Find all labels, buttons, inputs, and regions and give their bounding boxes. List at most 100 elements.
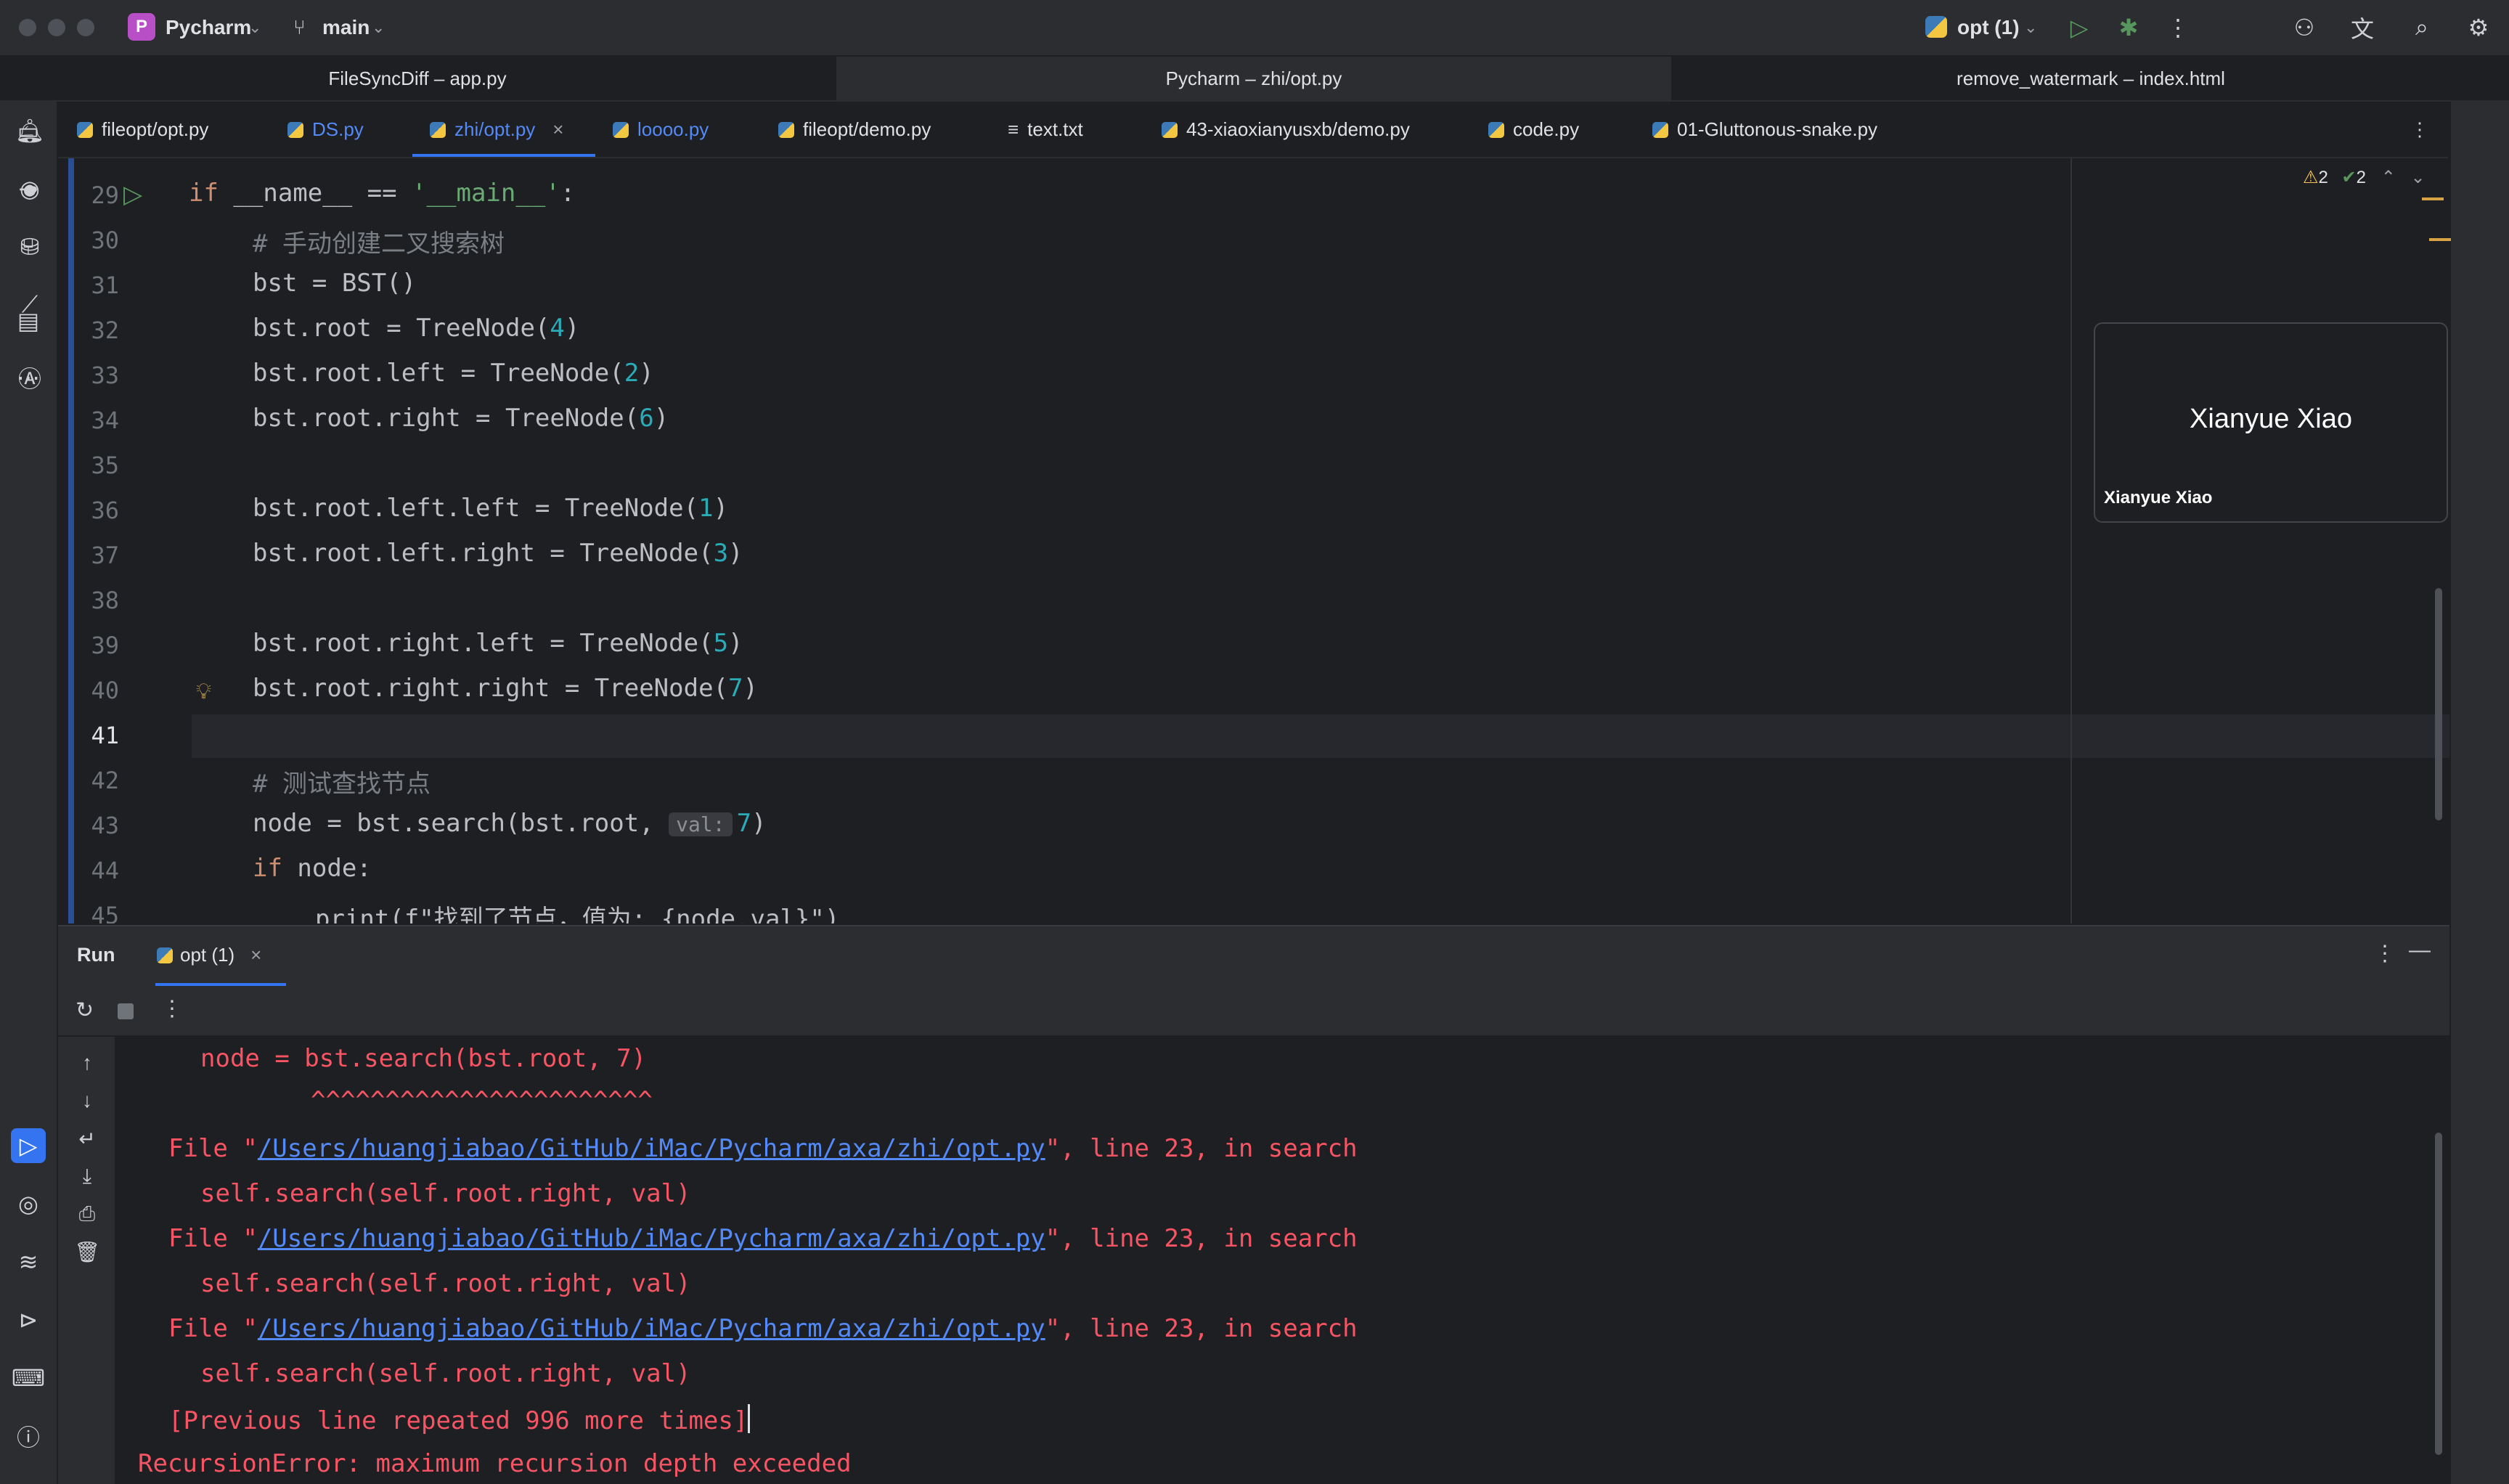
- file-tab-label: loooo.py: [637, 118, 709, 140]
- file-tab-ds[interactable]: DS.py: [287, 102, 364, 157]
- run-panel-title: Run: [77, 944, 115, 966]
- code-line[interactable]: bst.root.left.right = TreeNode(3): [253, 539, 743, 568]
- python-file-icon: [1652, 122, 1668, 138]
- arrow-up-icon[interactable]: ↑: [73, 1048, 102, 1077]
- console-scrollbar[interactable]: [2435, 1133, 2442, 1455]
- code-line[interactable]: node = bst.search(bst.root, val: 7): [253, 809, 767, 838]
- close-icon[interactable]: ×: [250, 944, 261, 966]
- translation-icon[interactable]: Ⓐ: [12, 360, 47, 395]
- code-comment[interactable]: # 测试查找节点: [253, 764, 431, 799]
- scroll-to-end-icon[interactable]: ⤓: [73, 1162, 102, 1191]
- file-tab-fileopt-opt[interactable]: fileopt/opt.py: [77, 102, 208, 157]
- rerun-icon[interactable]: ↻: [76, 998, 94, 1023]
- chevron-down-icon[interactable]: ⌄: [372, 13, 385, 42]
- minimize-icon[interactable]: —: [2409, 938, 2431, 963]
- warning-marker[interactable]: [2422, 197, 2444, 200]
- more-vertical-icon[interactable]: ⋮: [161, 996, 183, 1022]
- services-icon[interactable]: ⊳: [11, 1302, 46, 1337]
- window-close-button[interactable]: [19, 19, 36, 36]
- database-icon[interactable]: ⛁: [12, 229, 47, 264]
- file-link[interactable]: /Users/huangjiabao/GitHub/iMac/Pycharm/a…: [258, 1224, 1045, 1253]
- window-tab-remove-watermark[interactable]: remove_watermark – index.html: [1673, 57, 2509, 100]
- file-tab-zhi-opt[interactable]: zhi/opt.py ×: [430, 102, 563, 157]
- layers-icon[interactable]: ≋: [11, 1244, 46, 1279]
- console-line: [Previous line repeated 996 more times]: [168, 1404, 751, 1435]
- more-vertical-icon[interactable]: ⋮: [2374, 941, 2396, 966]
- run-tab[interactable]: opt (1) ×: [157, 944, 261, 966]
- more-vertical-icon[interactable]: ⋮: [2410, 102, 2429, 157]
- code-line[interactable]: if node:: [253, 854, 372, 883]
- code-line[interactable]: bst.root = TreeNode(4): [253, 314, 579, 343]
- debug-icon[interactable]: ✱: [2111, 10, 2146, 45]
- file-tab-xiaoxianyu-demo[interactable]: 43-xiaoxianyusxb/demo.py: [1162, 102, 1410, 157]
- terminal-icon[interactable]: ⌨: [11, 1361, 46, 1395]
- file-tab-text[interactable]: ≡ text.txt: [1008, 102, 1083, 157]
- soft-wrap-icon[interactable]: ↵: [73, 1124, 102, 1153]
- lightbulb-icon[interactable]: 💡︎: [196, 680, 211, 704]
- inspection-widget[interactable]: ⚠2 ✔2 ⌃ ⌄: [2303, 167, 2426, 188]
- translate-icon[interactable]: 文: [2345, 10, 2380, 45]
- code-comment[interactable]: # 手动创建二叉搜索树: [253, 224, 505, 259]
- stop-icon[interactable]: [118, 1003, 134, 1019]
- file-tab-code[interactable]: code.py: [1488, 102, 1579, 157]
- line-number: 39: [91, 632, 119, 659]
- sciview-icon[interactable]: ⟋: [12, 288, 47, 322]
- code-line[interactable]: bst.root.right.right = TreeNode(7): [253, 674, 758, 703]
- window-minimize-button[interactable]: [48, 19, 65, 36]
- line-number: 30: [91, 227, 119, 254]
- line-number: 29: [91, 182, 119, 209]
- trash-icon[interactable]: 🗑︎: [73, 1237, 102, 1266]
- run-tool-icon[interactable]: ▷: [11, 1128, 46, 1163]
- console-line: self.search(self.root.right, val): [200, 1179, 691, 1208]
- python-file-icon: [430, 122, 446, 138]
- editor-scrollbar[interactable]: [2435, 588, 2442, 820]
- code-line[interactable]: bst = BST(): [253, 269, 416, 298]
- file-link[interactable]: /Users/huangjiabao/GitHub/iMac/Pycharm/a…: [258, 1134, 1045, 1163]
- chevron-down-icon[interactable]: ⌄: [2024, 13, 2037, 42]
- python-packages-icon[interactable]: ◎: [11, 1186, 46, 1221]
- problems-icon[interactable]: ⓘ: [11, 1419, 46, 1454]
- file-link[interactable]: /Users/huangjiabao/GitHub/iMac/Pycharm/a…: [258, 1314, 1045, 1343]
- ai-assistant-icon[interactable]: ◉: [12, 171, 47, 206]
- branch-selector[interactable]: main: [322, 13, 370, 42]
- line-number: 37: [91, 542, 119, 569]
- arrow-down-icon[interactable]: ↓: [73, 1086, 102, 1115]
- run-config-selector[interactable]: opt (1): [1957, 13, 2020, 42]
- more-vertical-icon[interactable]: ⋮: [2161, 10, 2195, 45]
- window-tab-pycharm[interactable]: Pycharm – zhi/opt.py: [836, 57, 1671, 100]
- title-bar: P Pycharm ⌄ ⑂ main ⌄ opt (1) ⌄ ▷ ✱ ⋮ ⚇ 文…: [0, 0, 2509, 57]
- code-line[interactable]: bst.root.left.left = TreeNode(1): [253, 494, 728, 523]
- line-number: 38: [91, 587, 119, 614]
- chevron-up-icon[interactable]: ⌃: [2381, 168, 2396, 187]
- code-line[interactable]: bst.root.left = TreeNode(2): [253, 359, 654, 388]
- window-tab-filesyncdiff[interactable]: FileSyncDiff – app.py: [0, 57, 835, 100]
- chevron-down-icon[interactable]: ⌄: [2410, 168, 2425, 187]
- warning-marker[interactable]: [2429, 238, 2451, 241]
- check-icon: ✔: [2341, 168, 2357, 187]
- code-line[interactable]: bst.root.right.left = TreeNode(5): [253, 629, 743, 658]
- file-tab-label: 01-Gluttonous-snake.py: [1677, 118, 1878, 140]
- search-icon[interactable]: ⌕: [2404, 10, 2439, 45]
- project-badge[interactable]: P: [128, 13, 155, 41]
- editor-tab-bar: fileopt/opt.py DS.py zhi/opt.py × loooo.p…: [58, 102, 2448, 158]
- run-icon[interactable]: ▷: [2062, 10, 2097, 45]
- add-user-icon[interactable]: ⚇: [2287, 10, 2322, 45]
- python-file-icon: [287, 122, 303, 138]
- code-line[interactable]: print(f"找到了节点，值为: {node.val}"): [315, 899, 839, 924]
- file-tab-label: 43-xiaoxianyusxb/demo.py: [1186, 118, 1410, 140]
- run-gutter-icon[interactable]: ▷: [123, 180, 142, 209]
- popup-title: Xianyue Xiao: [2190, 404, 2352, 434]
- file-tab-loooo[interactable]: loooo.py: [613, 102, 709, 157]
- project-selector[interactable]: Pycharm: [166, 13, 251, 42]
- chevron-down-icon[interactable]: ⌄: [248, 13, 261, 42]
- gear-icon[interactable]: ⚙: [2461, 10, 2496, 45]
- code-line[interactable]: if __name__ == '__main__':: [189, 179, 575, 208]
- print-icon[interactable]: ⎙: [73, 1199, 102, 1228]
- close-icon[interactable]: ×: [552, 118, 563, 140]
- user-popup[interactable]: Xianyue Xiao Xianyue Xiao: [2094, 322, 2448, 523]
- window-zoom-button[interactable]: [77, 19, 94, 36]
- code-line[interactable]: bst.root.right = TreeNode(6): [253, 404, 669, 433]
- notifications-icon[interactable]: 🔔︎: [12, 113, 47, 148]
- file-tab-gluttonous-snake[interactable]: 01-Gluttonous-snake.py: [1652, 102, 1877, 157]
- file-tab-fileopt-demo[interactable]: fileopt/demo.py: [778, 102, 931, 157]
